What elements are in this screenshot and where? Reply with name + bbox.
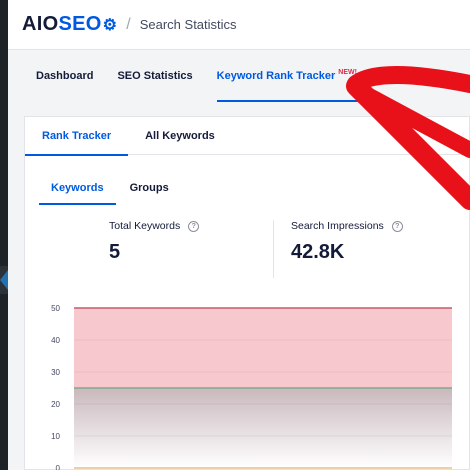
stat-label: Total Keywords [109,220,181,232]
y-tick-label: 0 [56,464,61,470]
y-tick-label: 50 [51,304,60,313]
tab-label: Groups [129,182,169,194]
y-tick-label: 40 [51,336,60,345]
help-icon[interactable]: ? [391,220,403,232]
y-tick-label: 10 [51,432,60,441]
main-tabs: Dashboard SEO Statistics Keyword Rank Tr… [8,50,470,116]
tab-all-keywords[interactable]: All Keywords [128,117,232,155]
tab-keyword-rank-tracker[interactable]: Keyword Rank Tracker NEW! [205,50,370,102]
stat-value: 5 [109,241,121,263]
tab-label: SEO Statistics [117,70,193,82]
tab-keywords[interactable]: Keywords [39,171,116,205]
tab-groups[interactable]: Groups [118,171,181,205]
tab-label: Dashboard [36,70,94,82]
y-tick-label: 30 [51,368,60,377]
tab-label: Rank Tracker [42,130,112,142]
wp-admin-sidebar [0,0,8,470]
gear-icon: ⚙ [102,17,118,34]
stat-total-keywords: Total Keywords ? 5 [25,220,273,278]
tab-label: Keyword Rank Tracker [216,70,336,82]
stat-value: 42.8K [291,241,345,263]
logo-text-right: SEO [58,13,102,35]
tab-seo-statistics[interactable]: SEO Statistics [105,50,204,102]
tab-rank-tracker[interactable]: Rank Tracker [25,117,129,156]
sidebar-pointer-icon [0,270,8,290]
inner-tabs: Keywords Groups [25,171,469,205]
top-bar: AIO SEO ⚙ / Search Statistics [8,0,470,50]
y-tick-label: 20 [51,400,60,409]
tab-label: All Keywords [145,130,215,142]
rank-chart: 50 40 30 20 10 0 [51,304,452,470]
stat-search-impressions: Search Impressions ? 42.8K [273,220,453,278]
stat-label: Search Impressions [291,220,384,232]
lower-band-area [74,388,452,468]
new-badge: NEW! [338,68,357,76]
sub-tabs: Rank Tracker All Keywords [25,117,469,156]
breadcrumb-separator: / [126,15,131,33]
upper-band-area [74,308,452,388]
tab-dashboard[interactable]: Dashboard [24,50,105,102]
tab-label: Keywords [51,182,104,194]
stats-row: Total Keywords ? 5 Search Impressions ? … [25,220,469,278]
help-icon[interactable]: ? [188,220,200,232]
breadcrumb-current: Search Statistics [139,17,237,32]
logo-text-left: AIO [22,13,59,35]
aioseo-logo[interactable]: AIO SEO ⚙ [22,13,117,36]
